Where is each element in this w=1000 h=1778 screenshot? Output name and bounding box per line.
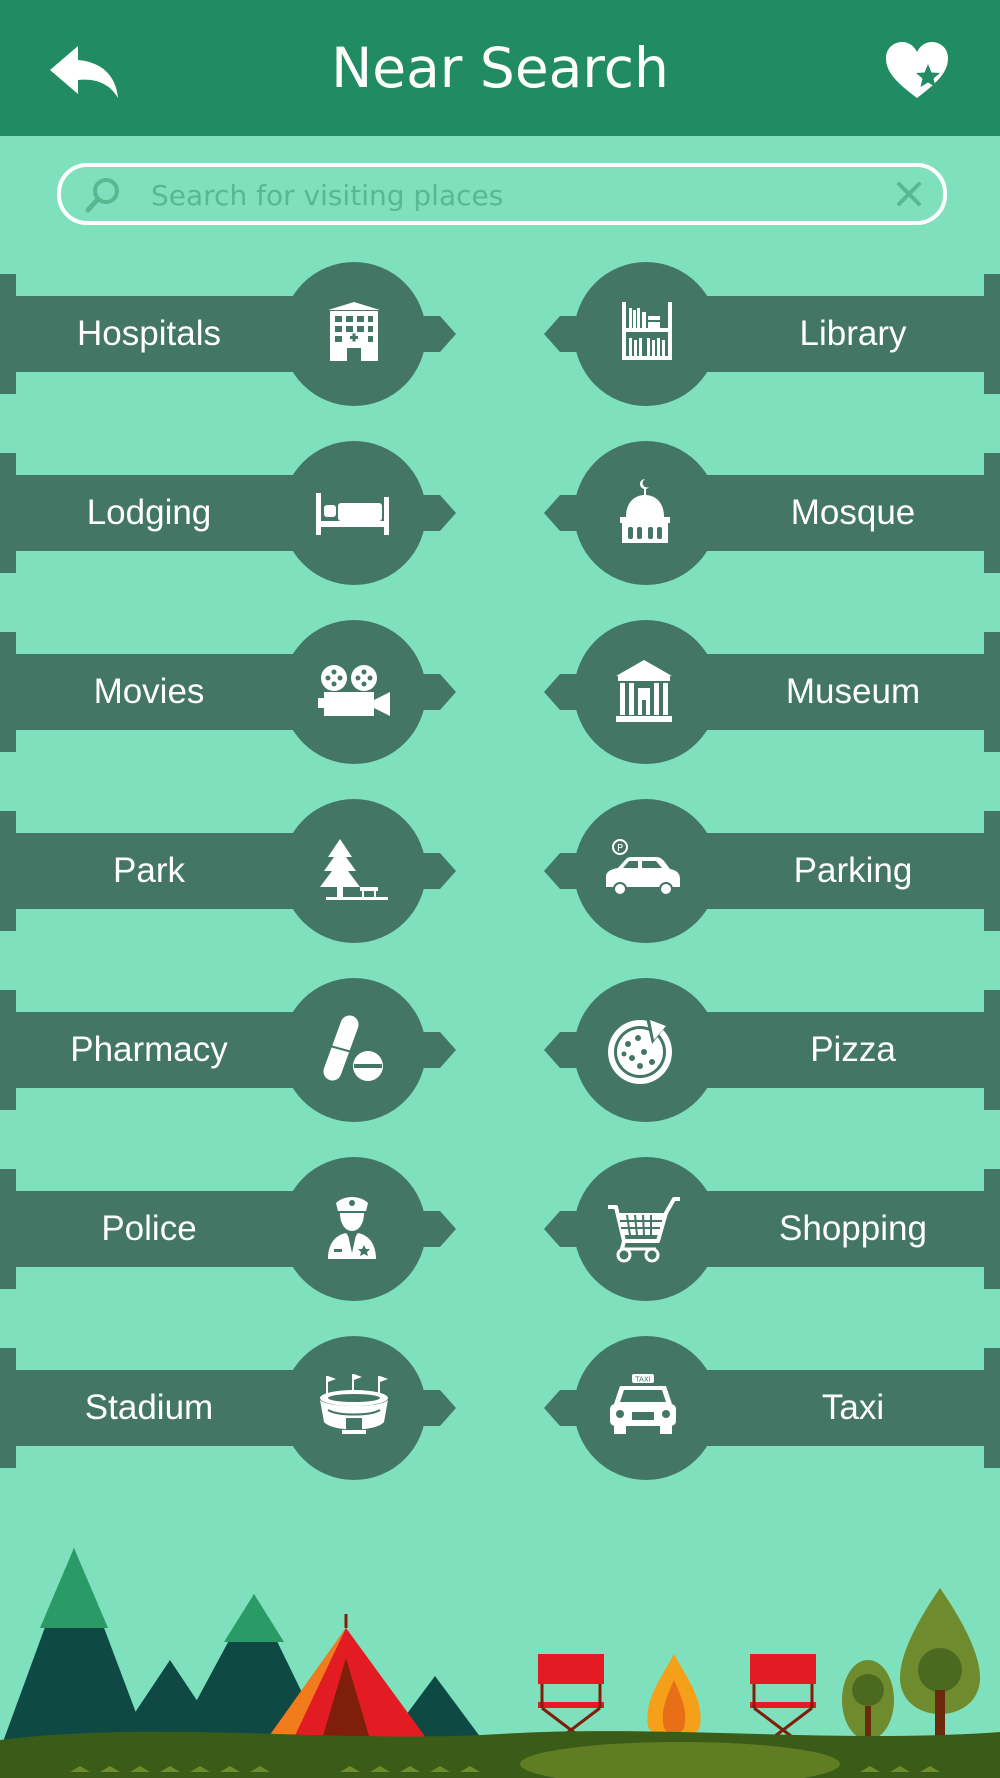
pills-icon (323, 1015, 383, 1081)
bed-icon (316, 493, 389, 535)
taxi-icon: TAXI (610, 1374, 676, 1434)
category-label: Taxi (821, 1388, 885, 1427)
category-label: Police (101, 1209, 197, 1248)
movie-camera-icon (318, 665, 390, 716)
stadium-icon (320, 1374, 388, 1434)
park-tree-icon (320, 839, 388, 900)
search-icon (85, 178, 119, 213)
svg-text:TAXI: TAXI (634, 1376, 650, 1384)
category-label: Shopping (779, 1209, 927, 1248)
parking-car-icon: P (606, 839, 680, 896)
favorites-button[interactable] (884, 40, 950, 102)
pizza-icon (608, 1018, 672, 1084)
page-title: Near Search (331, 36, 669, 100)
category-label: Mosque (790, 493, 916, 532)
heart-star-icon (886, 42, 948, 98)
hospital-icon (328, 302, 380, 361)
category-label: Movies (93, 672, 205, 711)
category-label: Hospitals (77, 314, 221, 353)
category-label: Lodging (86, 493, 212, 532)
category-label: Park (113, 851, 185, 890)
category-label: Stadium (84, 1388, 214, 1427)
camping-scene-illustration (0, 1548, 1000, 1778)
category-label: Museum (785, 672, 921, 711)
mosque-icon (620, 479, 670, 543)
category-label: Pharmacy (70, 1030, 228, 1069)
category-label: Parking (793, 851, 913, 890)
svg-text:P: P (617, 843, 623, 854)
category-label: Library (799, 314, 907, 353)
library-icon (622, 302, 672, 360)
clear-icon[interactable] (895, 180, 923, 208)
search-input[interactable] (149, 173, 853, 217)
shopping-cart-icon (608, 1197, 680, 1263)
search-bar (57, 163, 947, 225)
museum-icon (616, 660, 672, 722)
app-header: Near Search (0, 0, 1000, 136)
category-label: Pizza (810, 1030, 896, 1069)
police-officer-icon (328, 1197, 376, 1259)
